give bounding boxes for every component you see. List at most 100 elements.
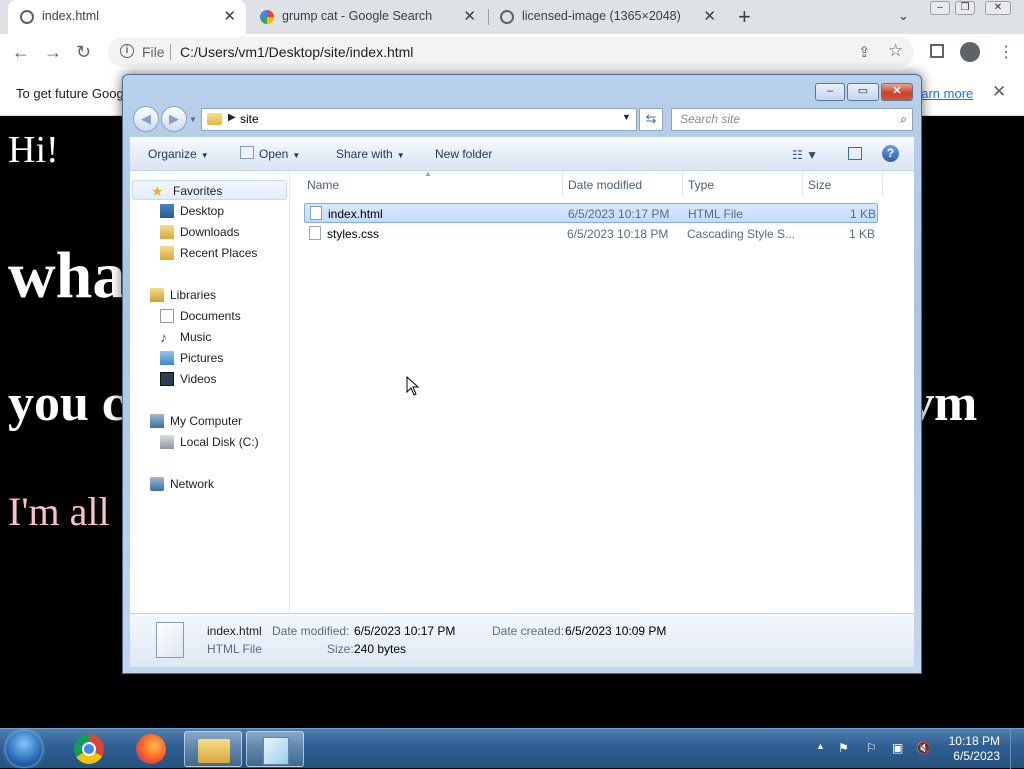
taskbar-chrome[interactable] xyxy=(60,731,118,767)
taskbar: ▲ ⚑ ⚐ ▣ 🔇 10:18 PM 6/5/2023 xyxy=(0,728,1024,769)
column-header-name[interactable]: Name xyxy=(307,178,339,192)
pictures-icon xyxy=(160,351,174,365)
column-divider[interactable] xyxy=(882,173,883,197)
reload-icon[interactable]: ↻ xyxy=(76,42,91,63)
refresh-button[interactable]: ⇆ xyxy=(639,108,663,131)
tab-index-html[interactable]: index.html ✕ xyxy=(8,0,246,34)
breadcrumb-arrow-icon[interactable]: ▶ xyxy=(228,112,236,123)
taskbar-notepad[interactable] xyxy=(246,731,304,767)
page-heading-what: wha xyxy=(8,239,126,312)
tab-licensed-image[interactable]: licensed-image (1365×2048) ✕ xyxy=(488,0,726,34)
tab-grump-cat-search[interactable]: grump cat - Google Search ✕ xyxy=(248,0,486,34)
share-icon[interactable]: ⇪ xyxy=(858,43,871,61)
tab-title: grump cat - Google Search xyxy=(282,9,433,23)
recent-pages-chevron-icon[interactable]: ▼ xyxy=(189,115,197,124)
downloads-folder-icon xyxy=(160,225,174,239)
menu-kebab-icon[interactable]: ⋮ xyxy=(998,42,1014,62)
url-text[interactable]: C:/Users/vm1/Desktop/site/index.html xyxy=(180,44,413,60)
breadcrumb-site[interactable]: site xyxy=(240,112,259,126)
network-tray-icon[interactable]: ▣ xyxy=(892,741,903,755)
profile-avatar-icon[interactable] xyxy=(960,42,980,62)
explorer-window: – ▭ ✕ ◀ ▶ ▼ ▶ site ▼ ⇆ ⌕ Organize▼ Open▼… xyxy=(122,74,922,674)
computer-icon xyxy=(150,414,164,428)
help-icon[interactable]: ? xyxy=(882,145,899,162)
details-created-label: Date created: xyxy=(492,624,565,638)
column-header-date[interactable]: Date modified xyxy=(568,178,642,192)
chevron-down-icon: ▼ xyxy=(396,151,405,160)
infobar-close-icon[interactable]: ✕ xyxy=(992,82,1006,102)
volume-muted-icon[interactable]: 🔇 xyxy=(916,741,931,755)
file-size: 1 KB xyxy=(849,227,876,241)
file-size: 1 KB xyxy=(850,207,877,221)
close-tab-icon[interactable]: ✕ xyxy=(463,7,476,25)
forward-arrow-icon[interactable]: → xyxy=(44,42,62,63)
column-divider[interactable] xyxy=(802,173,803,197)
taskbar-firefox[interactable] xyxy=(122,731,180,767)
explorer-address-bar[interactable]: ▶ site ▼ xyxy=(201,108,637,131)
new-tab-button[interactable]: + xyxy=(738,4,751,30)
address-bar[interactable]: i File C:/Users/vm1/Desktop/site/index.h… xyxy=(108,37,914,67)
bookmark-star-icon[interactable]: ☆ xyxy=(888,41,903,61)
open-button[interactable]: Open ▼ xyxy=(259,147,300,161)
organize-label: Organize xyxy=(148,147,197,161)
file-row[interactable]: index.html 6/5/2023 10:17 PM HTML File 1… xyxy=(304,203,878,223)
info-icon[interactable]: i xyxy=(120,44,134,58)
page-heading-hi: Hi! xyxy=(8,129,59,171)
restore-button[interactable]: ❐ xyxy=(955,1,975,15)
taskbar-explorer[interactable] xyxy=(184,731,242,767)
column-header-size[interactable]: Size xyxy=(808,178,831,192)
music-icon: ♪ xyxy=(160,329,167,345)
nav-label: Libraries xyxy=(170,288,217,302)
drive-icon xyxy=(160,435,174,449)
explorer-maximize-button[interactable]: ▭ xyxy=(847,83,879,101)
nav-label: Pictures xyxy=(180,351,224,365)
nav-label: Desktop xyxy=(180,204,225,218)
action-center-icon[interactable]: ⚑ xyxy=(838,741,849,755)
details-size-label: Size: xyxy=(327,642,354,656)
back-arrow-icon[interactable]: ← xyxy=(12,42,30,63)
explorer-close-button[interactable]: ✕ xyxy=(881,83,913,101)
folder-icon xyxy=(207,113,222,125)
search-box[interactable]: ⌕ xyxy=(671,108,913,131)
close-tab-icon[interactable]: ✕ xyxy=(703,7,716,25)
page-heading-you: you c xyxy=(8,375,125,432)
nav-favorites[interactable]: ★ Favorites xyxy=(132,180,287,200)
column-divider[interactable] xyxy=(682,173,683,197)
column-header-type[interactable]: Type xyxy=(688,178,714,192)
page-text-pink: I'm all xyxy=(8,489,110,534)
file-thumbnail-icon xyxy=(156,622,184,658)
details-filetype: HTML File xyxy=(207,642,262,656)
nav-label: Local Disk (C:) xyxy=(180,435,259,449)
address-dropdown-icon[interactable]: ▼ xyxy=(622,112,631,122)
side-panel-icon[interactable] xyxy=(930,44,944,58)
preview-pane-icon[interactable] xyxy=(848,147,862,160)
change-view-icon[interactable]: ☷ ▼ xyxy=(792,148,818,162)
back-button[interactable]: ◀ xyxy=(133,106,159,132)
search-input[interactable] xyxy=(678,111,882,127)
organize-button[interactable]: Organize ▼ xyxy=(148,147,209,161)
file-date: 6/5/2023 10:18 PM xyxy=(567,227,669,241)
share-with-button[interactable]: Share with ▼ xyxy=(336,147,405,161)
new-folder-button[interactable]: New folder xyxy=(435,147,492,161)
file-list-pane: ▲ Name Date modified Type Size index.htm… xyxy=(290,169,914,613)
clock-time: 10:18 PM xyxy=(948,734,1000,748)
nav-label: My Computer xyxy=(170,414,243,428)
close-window-button[interactable]: ✕ xyxy=(985,1,1011,15)
flag-error-icon[interactable]: ⚐ xyxy=(866,741,877,755)
minimize-button[interactable]: – xyxy=(930,1,950,15)
explorer-minimize-button[interactable]: – xyxy=(815,83,845,101)
learn-more-link[interactable]: earn more xyxy=(914,86,973,101)
file-row[interactable]: styles.css 6/5/2023 10:18 PM Cascading S… xyxy=(304,224,878,244)
search-icon[interactable]: ⌕ xyxy=(900,112,907,127)
close-tab-icon[interactable]: ✕ xyxy=(223,7,236,25)
show-desktop-button[interactable] xyxy=(1010,729,1024,769)
start-button[interactable] xyxy=(6,731,42,767)
tab-search-chevron-icon[interactable]: ⌄ xyxy=(898,8,909,24)
network-icon xyxy=(150,477,164,491)
system-clock[interactable]: 10:18 PM 6/5/2023 xyxy=(940,734,1000,764)
desktop-icon xyxy=(160,204,174,218)
forward-button[interactable]: ▶ xyxy=(161,106,187,132)
column-divider[interactable] xyxy=(562,173,563,197)
details-created-value: 6/5/2023 10:09 PM xyxy=(565,624,667,638)
show-hidden-icons-icon[interactable]: ▲ xyxy=(816,741,825,751)
